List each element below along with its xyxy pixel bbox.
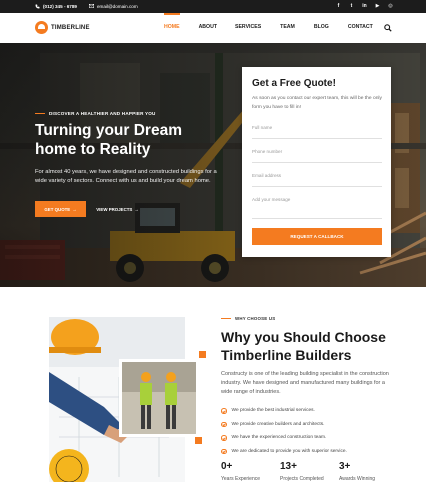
benefit-text: We provide creative builders and archite… [231, 421, 325, 427]
stats-row: 0+ Years Experience 13+ Projects Complet… [221, 461, 398, 482]
nav-item-contact[interactable]: CONTACT [348, 24, 373, 30]
nav-menu: HOME ABOUT SERVICES TEAM BLOG CONTACT [164, 13, 373, 30]
stat-projects-completed: 13+ Projects Completed [280, 461, 339, 482]
hero-description: For almost 40 years, we have designed an… [35, 169, 217, 184]
why-eyebrow-text: WHY CHOOSE US [235, 316, 276, 321]
quote-form-subtitle: As soon as you contact our expert team, … [252, 96, 382, 110]
email-input[interactable]: Email address [252, 169, 382, 187]
search-icon[interactable] [384, 24, 392, 32]
site-logo[interactable]: TIMBERLINE [35, 21, 90, 34]
eyebrow-accent-line [221, 318, 231, 319]
stat-label: Years Experience [221, 476, 261, 482]
nav-item-about[interactable]: ABOUT [199, 24, 217, 30]
linkedin-icon[interactable]: in [361, 3, 368, 10]
check-circle-icon [221, 408, 227, 414]
main-navigation: TIMBERLINE HOME ABOUT SERVICES TEAM BLOG… [0, 13, 426, 43]
benefit-text: We have the experienced construction tea… [231, 435, 327, 441]
mail-icon [89, 4, 94, 8]
top-bar: (012) 345 - 6789 email@domain.com f t in… [0, 0, 426, 13]
get-quote-button[interactable]: GET QUOTE → [35, 201, 86, 217]
logo-helmet-icon [35, 21, 48, 34]
instagram-icon[interactable]: ◎ [387, 3, 394, 10]
check-circle-icon [221, 448, 227, 454]
quote-form: Get a Free Quote! As soon as you contact… [242, 67, 391, 257]
arrow-right-icon: → [134, 206, 139, 212]
stat-value: 13+ [280, 461, 297, 472]
benefit-item: We are dedicated to provide you with sup… [221, 445, 401, 459]
social-links: f t in ▶ ◎ [335, 3, 394, 10]
benefit-list: We provide the best industrial services.… [221, 404, 401, 458]
nav-item-team[interactable]: TEAM [280, 24, 295, 30]
benefit-item: We have the experienced construction tea… [221, 431, 401, 445]
twitter-icon[interactable]: t [348, 3, 355, 10]
why-eyebrow: WHY CHOOSE US [221, 316, 275, 321]
phone-input[interactable]: Phone number [252, 145, 382, 163]
benefit-text: We are dedicated to provide you with sup… [231, 448, 347, 454]
nav-item-home[interactable]: HOME [164, 13, 180, 30]
hero-eyebrow-text: DISCOVER A HEALTHIER AND HAPPIER YOU [49, 111, 156, 116]
nav-item-services[interactable]: SERVICES [235, 24, 261, 30]
full-name-input[interactable]: Full name [252, 121, 382, 139]
stat-years-experience: 0+ Years Experience [221, 461, 280, 482]
engineers-collage-image [49, 317, 206, 482]
stat-label: Awards Winning [339, 476, 376, 482]
quote-form-title: Get a Free Quote! [252, 78, 336, 89]
stat-value: 3+ [339, 461, 351, 472]
benefit-item: We provide the best industrial services. [221, 404, 401, 418]
get-quote-label: GET QUOTE [44, 206, 71, 212]
youtube-icon[interactable]: ▶ [374, 3, 381, 10]
phone-number: (012) 345 - 6789 [43, 3, 77, 9]
hero-title: Turning your Dream home to Reality [35, 122, 182, 158]
message-textarea[interactable]: Add your message [252, 193, 382, 219]
hero-eyebrow: DISCOVER A HEALTHIER AND HAPPIER YOU [35, 111, 156, 116]
eyebrow-accent-line [35, 113, 45, 114]
stat-awards-winning: 3+ Awards Winning [339, 461, 398, 482]
arrow-right-icon: → [72, 206, 77, 212]
phone-icon [35, 4, 40, 8]
check-circle-icon [221, 421, 227, 427]
facebook-icon[interactable]: f [335, 3, 342, 10]
email-address: email@domain.com [97, 3, 138, 9]
benefit-item: We provide creative builders and archite… [221, 418, 401, 432]
hero-section: DISCOVER A HEALTHIER AND HAPPIER YOU Tur… [0, 43, 426, 287]
why-description: Constructy is one of the leading buildin… [221, 371, 389, 395]
view-projects-button[interactable]: VIEW PROJECTS → [92, 201, 143, 217]
why-title: Why you Should Choose Timberline Builder… [221, 329, 386, 363]
check-circle-icon [221, 435, 227, 441]
brand-name: TIMBERLINE [51, 24, 90, 31]
stat-label: Projects Completed [280, 476, 324, 482]
nav-item-blog[interactable]: BLOG [314, 24, 329, 30]
view-projects-label: VIEW PROJECTS [96, 206, 133, 212]
stat-value: 0+ [221, 461, 233, 472]
email-contact[interactable]: email@domain.com [89, 4, 138, 9]
benefit-text: We provide the best industrial services. [231, 408, 315, 414]
request-callback-button[interactable]: REQUEST A CALLBACK [252, 228, 382, 245]
phone-contact[interactable]: (012) 345 - 6789 [35, 4, 77, 9]
